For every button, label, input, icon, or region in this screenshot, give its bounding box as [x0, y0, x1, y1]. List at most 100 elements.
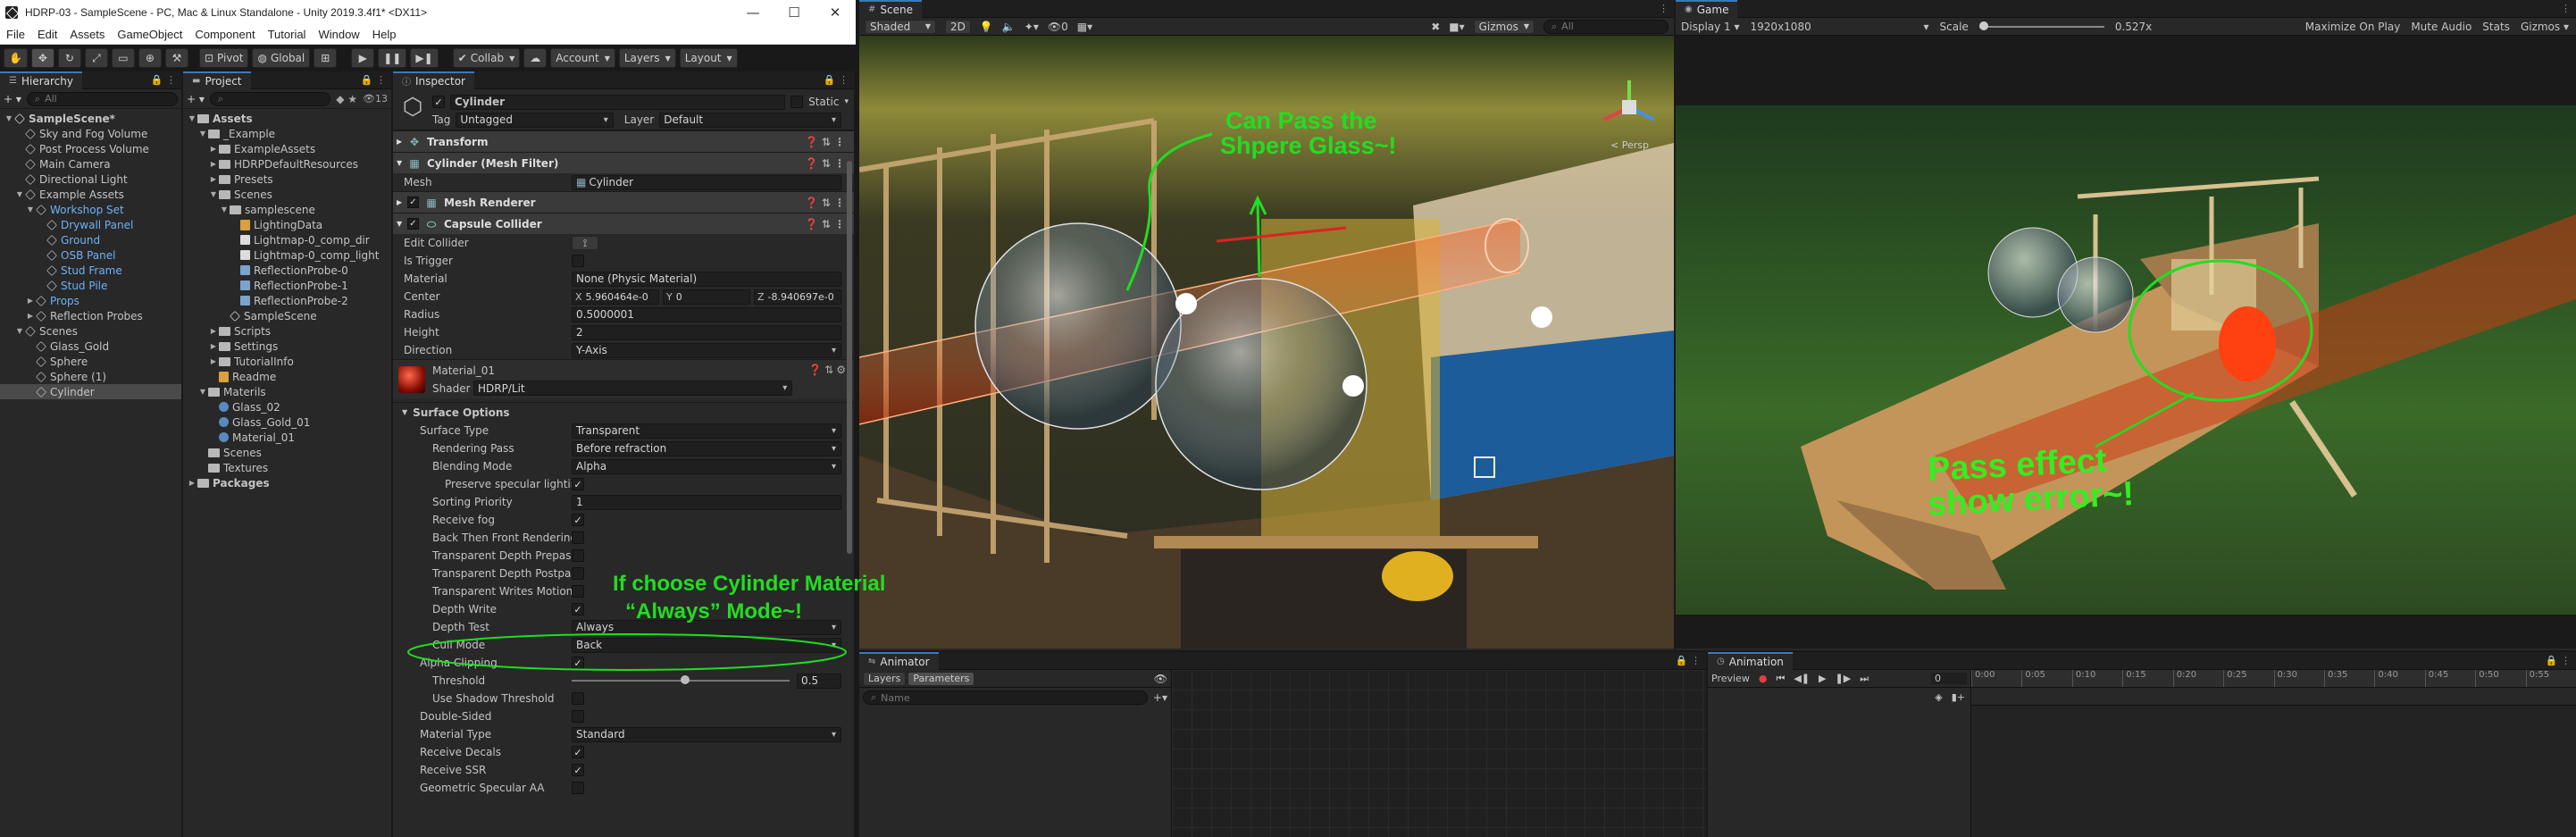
project-item[interactable]: LightingData [183, 217, 391, 232]
surface-checkbox[interactable]: ✓ [572, 603, 584, 615]
tab-game[interactable]: ◉ Game [1676, 0, 1738, 18]
material-menu-icon[interactable]: ❓⇅⚙ [808, 364, 849, 376]
foldout-arrow-icon[interactable]: ▼ [14, 190, 25, 198]
project-item[interactable]: ▼ Assets [183, 111, 391, 126]
game-gizmos-dropdown[interactable]: Gizmos ▾ [2521, 21, 2569, 33]
hierarchy-item[interactable]: Sphere [0, 354, 181, 369]
create-button[interactable]: + ▾ [4, 93, 21, 105]
component-menu-icon[interactable]: ❓⇅⋮ [805, 218, 849, 230]
scale-slider[interactable] [1978, 21, 2104, 30]
active-checkbox[interactable]: ✓ [432, 96, 445, 108]
surface-field[interactable]: Before refraction [572, 440, 841, 456]
tag-dropdown[interactable]: Untagged [456, 112, 614, 128]
menu-tutorial[interactable]: Tutorial [262, 28, 313, 41]
effects-icon[interactable]: ✦▾ [1025, 21, 1039, 33]
menu-help[interactable]: Help [366, 28, 403, 41]
camera-icon[interactable]: ■▾ [1449, 21, 1464, 33]
panel-menu-icon[interactable]: 🔒 ⋮ [361, 74, 386, 86]
collab-dropdown[interactable]: ✔ Collab ▼ [452, 48, 521, 68]
center-z-field[interactable]: Z -8.940697e-0 [754, 289, 841, 305]
tools-icon[interactable]: ✖ [1431, 21, 1440, 33]
foldout-arrow-icon[interactable]: ▼ [25, 205, 36, 213]
capsule-collider-checkbox[interactable]: ✓ [407, 218, 419, 230]
custom-tool-icon[interactable]: ⚒ [164, 48, 188, 68]
hierarchy-item[interactable]: Directional Light [0, 172, 181, 187]
panel-menu-icon[interactable]: 🔒 ⋮ [1676, 655, 1701, 666]
tab-hierarchy[interactable]: ☰ Hierarchy [0, 71, 82, 89]
project-item[interactable]: ▶ Packages [183, 475, 391, 490]
scale-tool-icon[interactable]: ⤢ [84, 48, 108, 68]
static-dropdown-icon[interactable]: ▾ [844, 97, 849, 106]
component-menu-icon[interactable]: ❓⇅⋮ [805, 197, 849, 209]
transform-header[interactable]: ▶ ✥ Transform ❓⇅⋮ [393, 130, 854, 152]
surface-checkbox[interactable] [572, 585, 584, 598]
transform-tool-icon[interactable]: ⊕ [138, 48, 162, 68]
hierarchy-item[interactable]: Glass_Gold [0, 339, 181, 354]
foldout-arrow-icon[interactable]: ▶ [25, 297, 36, 305]
add-event-icon[interactable]: ▮+ [1952, 691, 1965, 703]
play-button[interactable]: ▶ [351, 48, 375, 68]
filter-icon[interactable]: ◆ ★ [336, 93, 357, 105]
hierarchy-item[interactable]: Stud Frame [0, 263, 181, 278]
play-icon[interactable]: ▶ [1819, 673, 1826, 684]
foldout-arrow-icon[interactable]: ▼ [197, 130, 208, 138]
menu-component[interactable]: Component [188, 28, 261, 41]
mesh-renderer-header[interactable]: ▶ ✓ ▦ Mesh Renderer ❓⇅⋮ [393, 191, 854, 213]
animator-graph[interactable] [1172, 670, 1706, 837]
foldout-arrow-icon[interactable]: ▶ [25, 312, 36, 320]
surface-checkbox[interactable] [572, 567, 584, 580]
hierarchy-item[interactable]: Sky and Fog Volume [0, 126, 181, 141]
project-search-input[interactable]: ⌕ [209, 91, 331, 106]
tab-project[interactable]: ▬ Project [183, 71, 251, 89]
component-menu-icon[interactable]: ❓⇅⋮ [805, 136, 849, 148]
event-track[interactable] [1971, 688, 2576, 706]
frame-field[interactable]: 0 [1931, 673, 1967, 684]
maximize-icon[interactable]: ☐ [774, 4, 815, 21]
collider-field[interactable]: 2 [572, 324, 841, 340]
surface-checkbox[interactable]: ✓ [572, 478, 584, 490]
hierarchy-item[interactable]: Drywall Panel [0, 217, 181, 232]
rect-tool-icon[interactable]: ▭ [111, 48, 135, 68]
stats-toggle[interactable]: Stats [2482, 21, 2510, 33]
surface-checkbox[interactable] [572, 782, 584, 794]
record-icon[interactable]: ● [1759, 673, 1768, 684]
hierarchy-item[interactable]: ▼ SampleScene* [0, 111, 181, 126]
project-item[interactable]: Glass_Gold_01 [183, 414, 391, 430]
create-button[interactable]: + ▾ [187, 93, 205, 105]
timeline-ruler[interactable]: 0:00 0:05 0:10 0:15 0:20 0:25 0:30 0:35 0:40 0:45… [1971, 670, 2576, 688]
project-item[interactable]: Textures [183, 460, 391, 475]
foldout-arrow-icon[interactable]: ▼ [197, 388, 208, 396]
center-y-field[interactable]: Y0 [663, 289, 750, 305]
close-icon[interactable]: ✕ [815, 4, 856, 21]
hierarchy-item[interactable]: Sphere (1) [0, 369, 181, 384]
layers-tab[interactable]: Layers [863, 671, 907, 686]
project-item[interactable]: Material_01 [183, 430, 391, 445]
collider-checkbox[interactable] [572, 255, 584, 267]
menu-gameobject[interactable]: GameObject [111, 28, 188, 41]
hierarchy-item[interactable]: Stud Pile [0, 278, 181, 293]
pivot-toggle[interactable]: ⊡ Pivot [198, 48, 249, 68]
surface-checkbox[interactable] [572, 549, 584, 562]
layers-dropdown[interactable]: Layers ▼ [618, 48, 676, 68]
minimize-icon[interactable]: — [732, 4, 774, 21]
layout-dropdown[interactable]: Layout ▼ [679, 48, 738, 68]
project-item[interactable]: ▼ samplescene [183, 202, 391, 217]
surface-field[interactable]: Transparent [572, 423, 841, 439]
collider-field[interactable]: Y-Axis [572, 342, 841, 358]
global-toggle[interactable]: ◍ Global [252, 48, 311, 68]
material-header[interactable]: Material_01 ShaderHDRP/Lit ❓⇅⚙ [393, 359, 854, 398]
panel-menu-icon[interactable]: 🔒 ⋮ [824, 74, 849, 86]
account-dropdown[interactable]: Account ▼ [550, 48, 615, 68]
project-item[interactable]: ▶ HDRPDefaultResources [183, 156, 391, 172]
surface-checkbox[interactable] [572, 692, 584, 705]
menu-file[interactable]: File [0, 28, 31, 41]
foldout-arrow-icon[interactable]: ▼ [14, 327, 25, 335]
step-button[interactable]: ▶❚ [410, 48, 439, 68]
dopesheet[interactable] [1971, 706, 2576, 837]
tab-inspector[interactable]: ⓘ Inspector [393, 71, 474, 89]
foldout-arrow-icon[interactable]: ▼ [187, 114, 197, 122]
panel-menu-icon[interactable]: ⋮ [1659, 3, 1669, 14]
threshold-slider-handle[interactable] [681, 675, 690, 684]
hierarchy-item[interactable]: ▼ Example Assets [0, 187, 181, 202]
foldout-arrow-icon[interactable]: ▶ [208, 357, 219, 365]
